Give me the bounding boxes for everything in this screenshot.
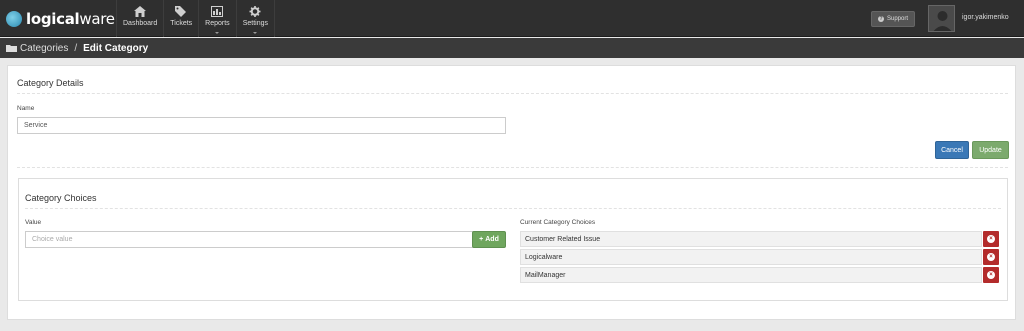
nav-item-dashboard[interactable]: Dashboard <box>116 0 163 37</box>
avatar[interactable] <box>928 5 955 32</box>
top-navbar: logicalware Dashboard Tickets Reports Se… <box>0 0 1024 37</box>
nav-item-settings[interactable]: Settings <box>235 0 275 37</box>
remove-choice-button[interactable]: × <box>983 231 999 247</box>
nav-label-tickets: Tickets <box>170 20 193 27</box>
username[interactable]: igor.yakimenko <box>962 14 1009 21</box>
remove-choice-button[interactable]: × <box>983 249 999 265</box>
tags-icon <box>175 6 187 17</box>
folder-icon <box>6 45 17 52</box>
category-choices-panel: Category Choices Value Choice value + Ad… <box>18 178 1008 301</box>
breadcrumb: Categories / Edit Category <box>0 38 1024 58</box>
choice-item: Logicalware <box>520 249 982 265</box>
choice-item: MailManager <box>520 267 982 283</box>
close-icon: × <box>987 235 995 243</box>
update-button[interactable]: Update <box>972 141 1009 159</box>
choice-value-input[interactable]: Choice value <box>25 231 479 248</box>
divider <box>25 208 1001 209</box>
remove-choice-button[interactable]: × <box>983 267 999 283</box>
bar-chart-icon <box>211 6 224 17</box>
value-label: Value <box>25 219 42 226</box>
support-button[interactable]: ? Support <box>871 11 915 27</box>
choice-item: Customer Related Issue <box>520 231 982 247</box>
divider <box>17 167 1008 168</box>
nav-label-settings: Settings <box>242 20 268 27</box>
logo-icon <box>6 11 22 27</box>
plus-icon: + <box>479 236 484 243</box>
cancel-button[interactable]: Cancel <box>935 141 969 159</box>
name-label: Name <box>17 105 35 112</box>
chevron-down-icon <box>215 32 220 34</box>
divider <box>17 93 1008 94</box>
main-nav: Dashboard Tickets Reports Settings <box>116 0 275 37</box>
current-choices-label: Current Category Choices <box>520 219 596 226</box>
breadcrumb-current: Edit Category <box>83 42 149 54</box>
breadcrumb-separator: / <box>74 42 78 54</box>
name-input[interactable]: Service <box>17 117 506 134</box>
nav-label-dashboard: Dashboard <box>123 20 158 27</box>
breadcrumb-categories[interactable]: Categories <box>20 43 68 54</box>
user-silhouette-icon <box>933 11 952 31</box>
nav-label-reports: Reports <box>205 20 230 27</box>
gear-icon <box>249 6 261 17</box>
nav-item-reports[interactable]: Reports <box>198 0 236 37</box>
close-icon: × <box>987 271 995 279</box>
add-choice-button[interactable]: + Add <box>472 231 506 248</box>
add-label: Add <box>485 236 499 243</box>
close-icon: × <box>987 253 995 261</box>
category-details-panel: Category Details Name Service Cancel Upd… <box>7 65 1016 320</box>
category-choices-title: Category Choices <box>25 193 97 203</box>
logo[interactable]: logicalware <box>6 9 115 29</box>
chevron-down-icon <box>253 32 258 34</box>
support-label: Support <box>886 16 908 22</box>
nav-item-tickets[interactable]: Tickets <box>163 0 198 37</box>
question-icon: ? <box>877 16 884 22</box>
logo-text: logicalware <box>26 10 115 28</box>
category-details-title: Category Details <box>17 78 84 88</box>
home-icon <box>134 6 147 17</box>
